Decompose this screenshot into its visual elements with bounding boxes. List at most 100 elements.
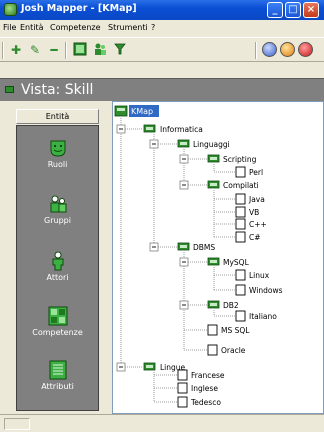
tree-node-scripting[interactable]: Scripting <box>179 154 257 164</box>
leaf-icon <box>235 269 246 281</box>
close-button[interactable]: × <box>303 2 319 18</box>
tree-node-inglese[interactable]: Inglese <box>177 382 218 394</box>
tree-node-windows[interactable]: Windows <box>235 284 283 296</box>
tree-label-informatica: Informatica <box>160 125 203 134</box>
entity-item-competenze[interactable]: Competenze <box>17 306 98 337</box>
edit-icon[interactable]: ✎ <box>27 42 43 58</box>
tree-node-oracle[interactable]: Oracle <box>207 344 246 356</box>
tree-node-italiano[interactable]: Italiano <box>235 310 277 322</box>
menu-help[interactable]: ? <box>151 23 155 32</box>
tree-node-francese[interactable]: Francese <box>177 369 225 381</box>
tree-node-java[interactable]: Java <box>235 193 265 205</box>
tree-label-windows: Windows <box>249 286 283 295</box>
tree-node-vb[interactable]: VB <box>235 206 259 218</box>
leaf-icon <box>235 284 246 296</box>
tree-label-cpp: C++ <box>249 220 267 229</box>
app-icon <box>4 3 17 16</box>
leaf-icon <box>177 369 188 381</box>
tree-label-db2: DB2 <box>223 301 239 310</box>
tree-node-linux[interactable]: Linux <box>235 269 270 281</box>
stop-icon[interactable] <box>298 42 313 57</box>
tree-label-scripting: Scripting <box>223 155 257 164</box>
leaf-icon <box>207 344 218 356</box>
entity-label-attributi: Attributi <box>41 382 74 391</box>
collapse-icon[interactable] <box>179 180 189 190</box>
entity-item-gruppi[interactable]: Gruppi <box>17 194 98 225</box>
title-bar[interactable]: Josh Mapper - [KMap] _ □ × <box>0 0 324 20</box>
entity-list: Ruoli Gruppi Attori Competenze Attributi <box>16 125 99 411</box>
folder-icon <box>177 139 190 148</box>
entity-pane: Entità Ruoli Gruppi Attori Competenze At… <box>0 101 112 414</box>
face-icon <box>50 140 65 157</box>
tree-label-perl: Perl <box>249 168 263 177</box>
tree-node-informatica[interactable]: Informatica <box>116 124 203 134</box>
tree-label-csharp: C# <box>249 233 261 242</box>
view-icon <box>5 86 14 93</box>
collapse-icon[interactable] <box>149 242 159 252</box>
tree-node-tedesco[interactable]: Tedesco <box>177 396 221 408</box>
toolbar-separator-2 <box>255 42 257 59</box>
maximize-button[interactable]: □ <box>285 2 301 18</box>
collapse-icon[interactable] <box>116 124 126 134</box>
warning-icon[interactable] <box>280 42 295 57</box>
collapse-icon[interactable] <box>149 139 159 149</box>
globe-icon[interactable] <box>262 42 277 57</box>
minimize-button[interactable]: _ <box>267 2 283 18</box>
tree-node-compilati[interactable]: Compilati <box>179 180 259 190</box>
tree-node-mysql[interactable]: MySQL <box>179 257 250 267</box>
collapse-icon[interactable] <box>179 300 189 310</box>
tree-node-root[interactable]: KMap <box>114 105 159 117</box>
tree-label-tedesco: Tedesco <box>190 398 221 407</box>
root-folder-icon <box>114 105 128 117</box>
toolbar: ✚ ✎ ━ <box>0 37 324 62</box>
tree-label-java: Java <box>248 195 265 204</box>
tree-node-mssql[interactable]: MS SQL <box>207 324 250 336</box>
app-window: Josh Mapper - [KMap] _ □ × File Entità C… <box>0 0 324 432</box>
tree-node-dbms[interactable]: DBMS <box>149 242 215 252</box>
tree-node-perl[interactable]: Perl <box>235 166 263 178</box>
tree-label-mysql: MySQL <box>223 258 250 267</box>
menu-entita[interactable]: Entità <box>20 23 44 32</box>
tree-node-csharp[interactable]: C# <box>235 231 261 243</box>
window-title: Josh Mapper - [KMap] <box>21 3 137 14</box>
collapse-icon[interactable] <box>116 362 126 372</box>
entity-header-button[interactable]: Entità <box>16 109 99 124</box>
tree-node-lingue[interactable]: Lingue <box>116 362 186 372</box>
entity-label-attori: Attori <box>46 273 69 282</box>
add-icon[interactable]: ✚ <box>8 42 24 58</box>
folder-icon <box>177 242 190 251</box>
tree-node-db2[interactable]: DB2 <box>179 300 239 310</box>
users-icon[interactable] <box>92 42 108 58</box>
menu-file[interactable]: File <box>3 23 16 32</box>
folder-icon <box>207 180 220 189</box>
tree-label-vb: VB <box>249 208 259 217</box>
tree-node-cpp[interactable]: C++ <box>235 218 267 230</box>
entity-item-attori[interactable]: Attori <box>17 251 98 282</box>
status-cell <box>4 418 30 430</box>
folder-icon <box>143 362 156 371</box>
entity-item-ruoli[interactable]: Ruoli <box>17 138 98 169</box>
status-bar <box>0 414 324 432</box>
leaf-icon <box>235 218 246 230</box>
menu-strumenti[interactable]: Strumenti <box>108 23 148 32</box>
collapse-icon[interactable] <box>179 257 189 267</box>
folder-icon <box>207 154 220 163</box>
grid-view-icon[interactable] <box>72 42 88 58</box>
leaf-icon <box>177 396 188 408</box>
leaf-icon <box>177 382 188 394</box>
tree-label-italiano: Italiano <box>249 312 277 321</box>
menu-bar: File Entità Competenze Strumenti ? <box>0 20 324 36</box>
entity-label-competenze: Competenze <box>32 328 83 337</box>
menu-competenze[interactable]: Competenze <box>50 23 101 32</box>
skill-tree[interactable]: KMap Informatica Linguaggi Scripting Per… <box>112 101 324 414</box>
filter-icon[interactable] <box>112 42 128 58</box>
leaf-icon <box>207 324 218 336</box>
folder-icon <box>207 257 220 266</box>
folder-icon <box>143 124 156 133</box>
remove-icon[interactable]: ━ <box>46 42 62 58</box>
person-icon <box>52 251 63 271</box>
collapse-icon[interactable] <box>179 154 189 164</box>
entity-item-attributi[interactable]: Attributi <box>17 360 98 391</box>
tree-node-linguaggi[interactable]: Linguaggi <box>149 139 230 149</box>
group-icon <box>50 195 66 213</box>
